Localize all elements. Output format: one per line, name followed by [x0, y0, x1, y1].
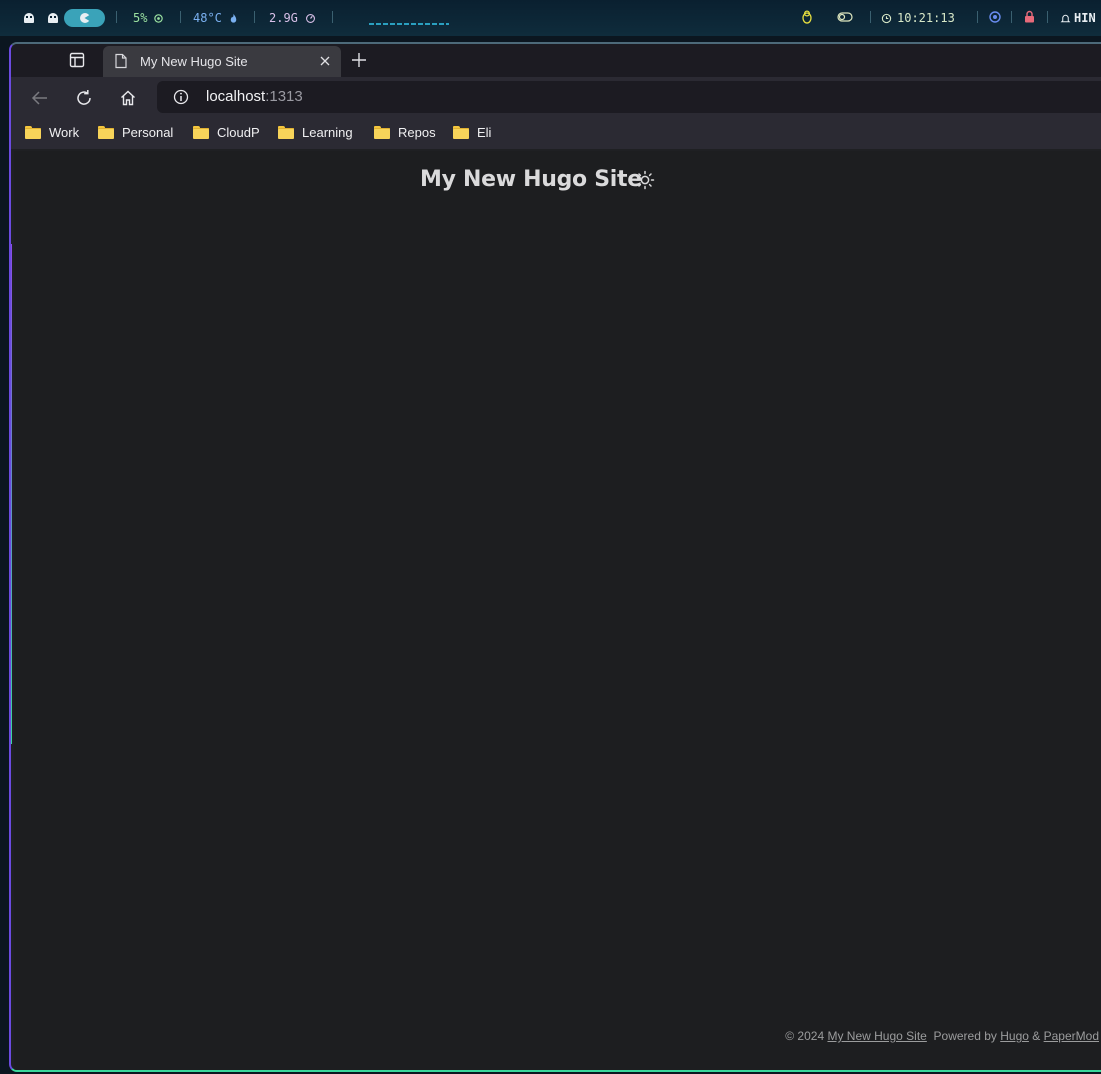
page-content: My New Hugo Site © 2024 My New Hugo Site…	[14, 151, 1101, 1070]
bookmark-folder-repos[interactable]: Repos	[374, 125, 436, 140]
site-title-link[interactable]: My New Hugo Site	[420, 167, 642, 192]
toggle-icon[interactable]	[837, 12, 853, 22]
ghost-icon	[24, 13, 34, 23]
memory-widget: 2.9G	[269, 9, 316, 27]
page-footer: © 2024 My New Hugo Site Powered by Hugo …	[785, 1029, 1099, 1043]
copyright-text: © 2024	[785, 1029, 825, 1043]
folder-icon	[98, 126, 114, 139]
bookmark-folder-eli[interactable]: Eli	[453, 125, 491, 140]
bookmark-folder-work[interactable]: Work	[25, 125, 79, 140]
tab-active[interactable]: My New Hugo Site	[103, 46, 341, 77]
navigation-toolbar: localhost:1313	[11, 77, 1101, 117]
memory-value: 2.9G	[269, 11, 298, 25]
activity-graph	[369, 23, 449, 25]
info-icon[interactable]	[173, 89, 189, 105]
url-host: localhost	[206, 88, 266, 105]
folder-icon	[193, 126, 209, 139]
lock-icon[interactable]	[1024, 10, 1035, 23]
papermod-link[interactable]: PaperMod	[1044, 1029, 1099, 1043]
cpu-icon	[154, 13, 164, 23]
clock-time: 10:21:13	[897, 11, 955, 25]
record-icon[interactable]	[989, 11, 1001, 23]
clock-widget[interactable]: 10:21:13	[881, 9, 955, 27]
folder-icon	[278, 126, 294, 139]
bookmark-label: Eli	[477, 125, 492, 140]
bookmark-label: Personal	[122, 125, 174, 140]
hugo-link[interactable]: Hugo	[1000, 1029, 1029, 1043]
folder-icon	[453, 126, 469, 139]
ghost-icon	[48, 13, 58, 23]
home-icon[interactable]	[119, 89, 137, 107]
address-bar[interactable]: localhost:1313	[157, 81, 1101, 113]
bookmark-label: CloudP	[217, 125, 260, 140]
pacman-icon	[79, 13, 90, 23]
temperature-widget: 48°C	[193, 9, 239, 27]
folder-icon	[374, 126, 390, 139]
url-text: localhost:1313	[206, 88, 303, 105]
sidebar-toggle-icon[interactable]	[69, 52, 85, 68]
bookmarks-toolbar: Work Personal CloudP Learning Repos Eli	[11, 117, 1101, 149]
back-arrow-icon[interactable]	[31, 89, 49, 107]
workspace-2[interactable]	[48, 9, 58, 27]
bookmark-label: Learning	[302, 125, 353, 140]
ampersand-text: &	[1032, 1029, 1041, 1043]
bookmark-folder-cloudp[interactable]: CloudP	[193, 125, 260, 140]
powered-by-text: Powered by	[933, 1029, 997, 1043]
linux-penguin-icon[interactable]	[801, 10, 813, 24]
gauge-icon	[305, 13, 315, 23]
workspace-1[interactable]	[24, 9, 34, 27]
page-icon	[115, 53, 127, 69]
new-tab-icon[interactable]	[351, 52, 367, 68]
tab-strip: My New Hugo Site	[11, 44, 1101, 77]
browser-window: My New Hugo Site localhost:1313 Work Per…	[9, 42, 1101, 1072]
bookmark-label: Repos	[398, 125, 436, 140]
desktop-status-bar: 5% 48°C 2.9G 10:21:13 HIN	[0, 0, 1101, 36]
status-label: HIN	[1074, 11, 1096, 25]
footer-site-link[interactable]: My New Hugo Site	[827, 1029, 926, 1043]
notification-widget[interactable]: HIN	[1060, 9, 1096, 27]
reload-icon[interactable]	[75, 89, 93, 107]
bookmark-folder-personal[interactable]: Personal	[98, 125, 173, 140]
temperature-value: 48°C	[193, 11, 222, 25]
tab-title: My New Hugo Site	[140, 54, 248, 69]
workspace-active[interactable]	[64, 9, 105, 27]
folder-icon	[25, 126, 41, 139]
url-port: :1313	[265, 88, 303, 105]
bookmark-label: Work	[49, 125, 80, 140]
bookmark-folder-learning[interactable]: Learning	[278, 125, 353, 140]
flame-icon	[230, 13, 237, 23]
bell-icon	[1060, 14, 1071, 22]
sun-icon[interactable]	[635, 170, 655, 190]
close-tab-icon[interactable]	[319, 55, 331, 67]
cpu-widget: 5%	[133, 9, 164, 27]
clock-icon	[881, 13, 892, 23]
cpu-usage: 5%	[133, 11, 148, 25]
